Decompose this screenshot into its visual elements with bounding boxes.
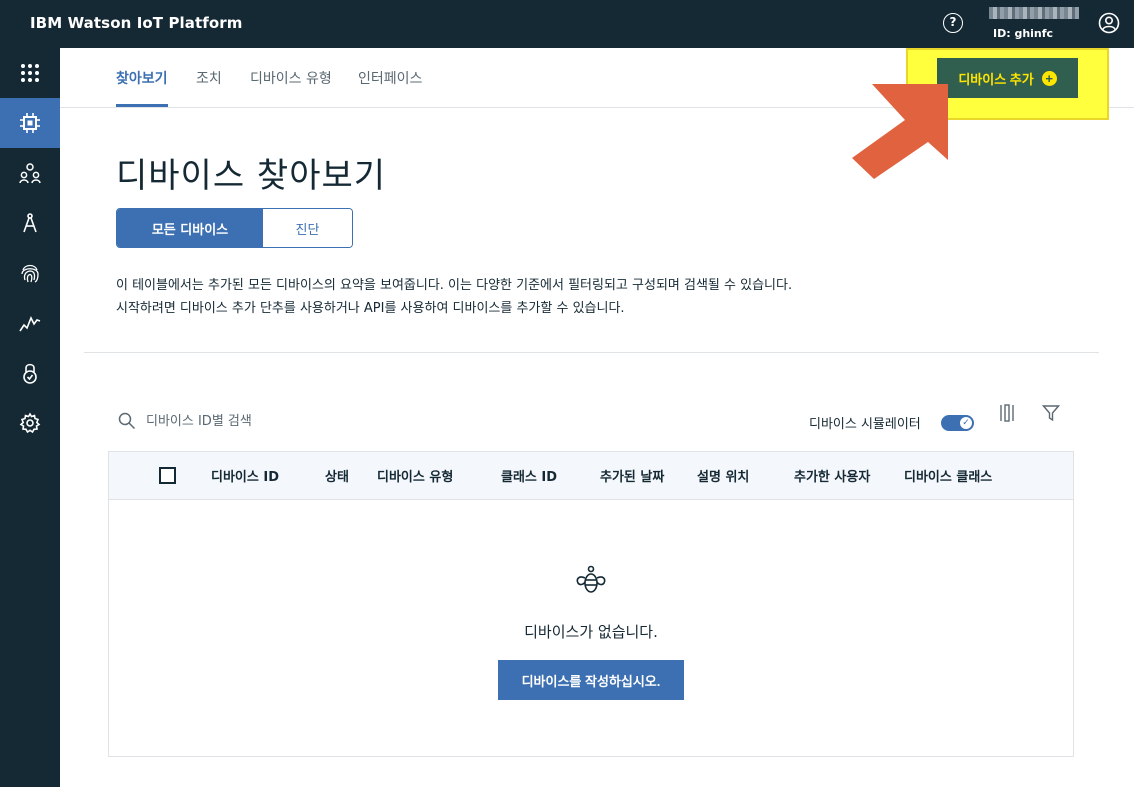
simulator-toggle[interactable]: ✓ <box>941 415 974 431</box>
column-header-device-class[interactable]: 디바이스 클래스 <box>904 466 992 485</box>
search-icon <box>118 412 136 430</box>
page-description: 이 테이블에서는 추가된 모든 디바이스의 요약을 보여줍니다. 이는 다양한 … <box>116 274 792 320</box>
table-header: 디바이스 ID 상태 디바이스 유형 클래스 ID 추가된 날짜 설명 위치 추… <box>109 452 1073 500</box>
sidebar-item-security[interactable] <box>0 248 60 298</box>
help-icon[interactable]: ? <box>943 13 963 33</box>
lock-icon <box>23 363 37 384</box>
apps-grid-icon <box>21 64 39 82</box>
column-header-location[interactable]: 설명 위치 <box>697 466 749 485</box>
search-input[interactable] <box>146 408 386 434</box>
view-switcher: 모든 디바이스 진단 <box>116 208 353 248</box>
column-header-added-by[interactable]: 추가한 사용자 <box>794 466 870 485</box>
sidebar-item-permissions[interactable] <box>0 348 60 398</box>
empty-state-message: 디바이스가 없습니다. <box>524 623 658 641</box>
sidebar-item-usage[interactable] <box>0 298 60 348</box>
user-profile-icon[interactable] <box>1098 12 1120 34</box>
brand-title[interactable]: IBM Watson IoT Platform <box>30 14 243 32</box>
simulator-label: 디바이스 시뮬레이터 <box>809 417 921 432</box>
add-device-label: 디바이스 추가 <box>958 71 1034 87</box>
members-icon <box>19 163 41 184</box>
usage-chart-icon <box>19 316 41 332</box>
create-device-button[interactable]: 디바이스를 작성하십시오. <box>498 660 684 700</box>
checkmark-icon: ✓ <box>960 417 972 429</box>
active-tab-indicator <box>116 104 168 107</box>
devices-table: 디바이스 ID 상태 디바이스 유형 클래스 ID 추가된 날짜 설명 위치 추… <box>108 451 1074 757</box>
account-id: ID: ghinfc <box>993 27 1054 40</box>
compass-icon <box>23 213 37 233</box>
redacted-account-name <box>989 7 1079 19</box>
sidebar-item-devices[interactable] <box>0 98 60 148</box>
tab-device-types[interactable]: 디바이스 유형 <box>250 68 332 88</box>
description-line-1: 이 테이블에서는 추가된 모든 디바이스의 요약을 보여줍니다. 이는 다양한 … <box>116 278 793 293</box>
column-header-device-id[interactable]: 디바이스 ID <box>211 466 279 485</box>
tab-actions[interactable]: 조치 <box>196 68 222 88</box>
bee-icon <box>576 565 606 593</box>
segment-all-devices[interactable]: 모든 디바이스 <box>117 209 263 247</box>
add-device-button[interactable]: 디바이스 추가 + <box>937 58 1078 98</box>
top-bar: IBM Watson IoT Platform ? ID: ghinfc <box>0 0 1134 48</box>
filter-icon[interactable] <box>1042 404 1060 422</box>
annotation-arrow-icon <box>852 84 948 179</box>
sidebar-item-rules[interactable] <box>0 198 60 248</box>
tab-interfaces[interactable]: 인터페이스 <box>358 68 422 88</box>
sidebar-item-members[interactable] <box>0 148 60 198</box>
segment-diagnose[interactable]: 진단 <box>263 209 352 247</box>
plus-circle-icon: + <box>1041 70 1057 86</box>
sidebar-item-settings[interactable] <box>0 398 60 448</box>
column-header-class-id[interactable]: 클래스 ID <box>501 466 557 485</box>
columns-icon[interactable] <box>998 404 1016 422</box>
select-all-checkbox[interactable] <box>159 467 176 484</box>
sidebar-item-apps[interactable] <box>0 48 60 98</box>
tab-browse[interactable]: 찾아보기 <box>116 68 168 88</box>
column-header-device-type[interactable]: 디바이스 유형 <box>377 466 453 485</box>
column-header-status[interactable]: 상태 <box>325 466 349 485</box>
section-divider <box>84 352 1099 353</box>
sidebar <box>0 48 60 787</box>
page-title: 디바이스 찾아보기 <box>116 156 387 196</box>
description-line-2: 시작하려면 디바이스 추가 단추를 사용하거나 API를 사용하여 디바이스를 … <box>116 301 625 316</box>
settings-gear-icon <box>19 412 41 434</box>
chip-icon <box>20 113 40 133</box>
fingerprint-icon <box>21 264 39 283</box>
column-header-date-added[interactable]: 추가된 날짜 <box>600 466 664 485</box>
